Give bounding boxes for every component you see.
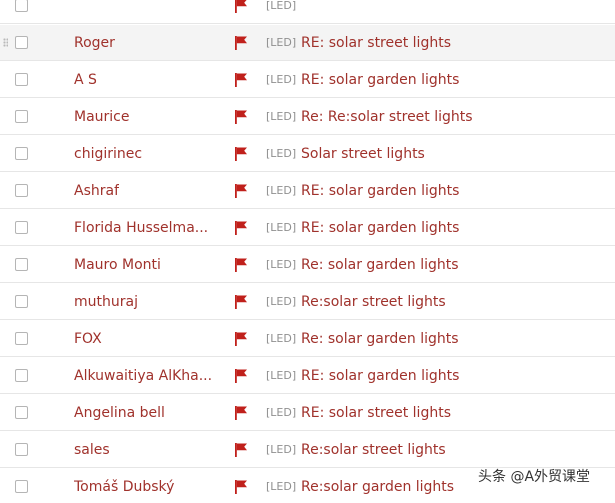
row-checkbox[interactable] <box>15 332 28 345</box>
subject-link[interactable]: Re: solar garden lights <box>301 321 459 357</box>
sender-name: A S <box>74 72 97 88</box>
subject-link[interactable]: RE: solar garden lights <box>301 173 459 209</box>
folder-tag: [LED] <box>266 480 297 493</box>
sender-name: Alkuwaitiya AlKha... <box>74 368 213 384</box>
flag-icon[interactable] <box>235 443 247 457</box>
folder-tag: [LED] <box>266 406 297 419</box>
subject-link[interactable]: Re: Re:solar street lights <box>301 99 473 135</box>
sender-name: Angelina bell <box>74 405 165 421</box>
subject-link[interactable]: RE: solar garden lights <box>301 358 459 394</box>
row-checkbox[interactable] <box>15 0 28 12</box>
row-checkbox[interactable] <box>15 369 28 382</box>
flag-icon[interactable] <box>235 184 247 198</box>
sender-name: Mauro Monti <box>74 257 161 273</box>
subject-link[interactable]: Re:solar street lights <box>301 284 446 320</box>
mail-row[interactable]: FOX [LED] Re: solar garden lights <box>0 321 615 357</box>
sender-name: chigirinec <box>74 146 143 162</box>
sender-name: muthuraj <box>74 294 138 310</box>
subject-link[interactable]: Re:solar garden lights <box>301 469 454 503</box>
mail-row[interactable]: Maurice [LED] Re: Re:solar street lights <box>0 99 615 135</box>
mail-row[interactable]: Ashraf [LED] RE: solar garden lights <box>0 173 615 209</box>
folder-tag: [LED] <box>266 184 297 197</box>
flag-icon[interactable] <box>235 480 247 494</box>
subject-link[interactable]: Re: solar garden lights <box>301 247 459 283</box>
flag-icon[interactable] <box>235 258 247 272</box>
flag-icon[interactable] <box>235 73 247 87</box>
folder-tag: [LED] <box>266 147 297 160</box>
folder-tag: [LED] <box>266 110 297 123</box>
sender-name: FOX <box>74 331 102 347</box>
flag-icon[interactable] <box>235 110 247 124</box>
mail-row[interactable]: Florida Husselma... [LED] RE: solar gard… <box>0 210 615 246</box>
flag-icon[interactable] <box>235 221 247 235</box>
flag-icon[interactable] <box>235 332 247 346</box>
row-checkbox[interactable] <box>15 110 28 123</box>
subject-link[interactable]: Solar street lights <box>301 136 425 172</box>
drag-handle-icon[interactable] <box>3 38 8 47</box>
flag-icon[interactable] <box>235 36 247 50</box>
subject-link[interactable]: RE: solar street lights <box>301 395 451 431</box>
flag-icon[interactable] <box>235 0 247 13</box>
subject-link[interactable]: RE: solar garden lights <box>301 62 459 98</box>
sender-name: Florida Husselma... <box>74 220 209 236</box>
mail-list: [LED] Roger [LED] RE: solar street light… <box>0 0 615 503</box>
sender-name: Roger <box>74 35 115 51</box>
mail-row[interactable]: Alkuwaitiya AlKha... [LED] RE: solar gar… <box>0 358 615 394</box>
mail-row[interactable]: Roger [LED] RE: solar street lights <box>0 25 615 61</box>
flag-icon[interactable] <box>235 147 247 161</box>
row-checkbox[interactable] <box>15 295 28 308</box>
mail-row[interactable]: chigirinec [LED] Solar street lights <box>0 136 615 172</box>
folder-tag: [LED] <box>266 221 297 234</box>
row-checkbox[interactable] <box>15 73 28 86</box>
flag-icon[interactable] <box>235 406 247 420</box>
row-checkbox[interactable] <box>15 406 28 419</box>
mail-row[interactable]: A S [LED] RE: solar garden lights <box>0 62 615 98</box>
mail-row[interactable]: Angelina bell [LED] RE: solar street lig… <box>0 395 615 431</box>
mail-row[interactable]: sales [LED] Re:solar street lights <box>0 432 615 468</box>
flag-icon[interactable] <box>235 295 247 309</box>
row-checkbox[interactable] <box>15 221 28 234</box>
sender-name: Maurice <box>74 109 130 125</box>
mail-row[interactable]: [LED] <box>0 0 615 24</box>
flag-icon[interactable] <box>235 369 247 383</box>
watermark: 头条 @A外贸课堂 <box>478 469 591 485</box>
row-checkbox[interactable] <box>15 184 28 197</box>
folder-tag: [LED] <box>266 295 297 308</box>
subject-link[interactable]: RE: solar garden lights <box>301 210 459 246</box>
row-checkbox[interactable] <box>15 258 28 271</box>
folder-tag: [LED] <box>266 443 297 456</box>
folder-tag: [LED] <box>266 258 297 271</box>
subject-link[interactable]: RE: solar street lights <box>301 25 451 61</box>
row-checkbox[interactable] <box>15 480 28 493</box>
folder-tag: [LED] <box>266 73 297 86</box>
mail-row[interactable]: Mauro Monti [LED] Re: solar garden light… <box>0 247 615 283</box>
folder-tag: [LED] <box>266 36 297 49</box>
sender-name: Tomáš Dubský <box>74 479 175 495</box>
subject-link[interactable]: Re:solar street lights <box>301 432 446 468</box>
row-checkbox[interactable] <box>15 147 28 160</box>
folder-tag: [LED] <box>266 369 297 382</box>
row-checkbox[interactable] <box>15 443 28 456</box>
sender-name: sales <box>74 442 110 458</box>
mail-row[interactable]: muthuraj [LED] Re:solar street lights <box>0 284 615 320</box>
folder-tag: [LED] <box>266 0 297 12</box>
folder-tag: [LED] <box>266 332 297 345</box>
sender-name: Ashraf <box>74 183 120 199</box>
row-checkbox[interactable] <box>15 36 28 49</box>
